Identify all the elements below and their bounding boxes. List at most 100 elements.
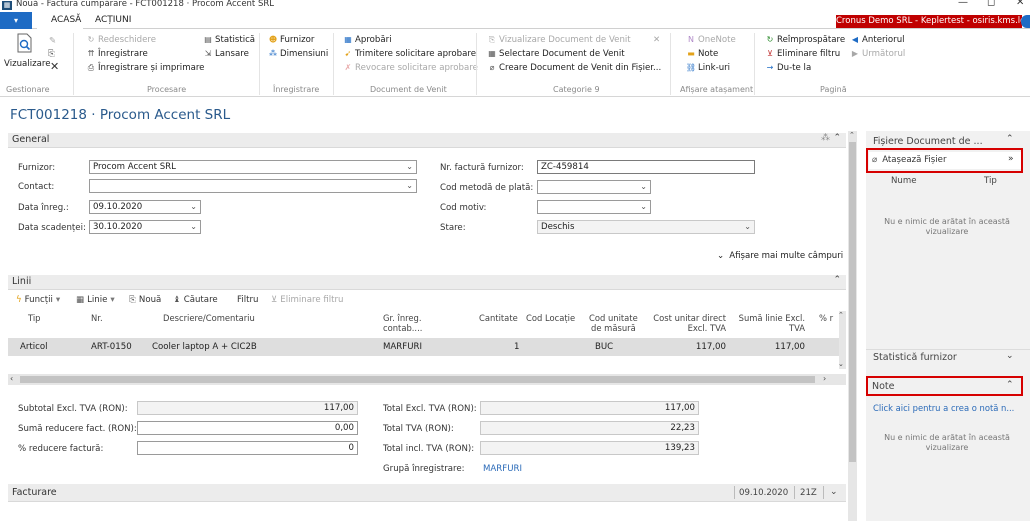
- cod-motiv-field[interactable]: ⌄: [537, 200, 651, 214]
- noua-label: Nouă: [138, 295, 162, 305]
- collapse-chevron-up-icon[interactable]: ⌃: [833, 133, 841, 143]
- fisiere-header[interactable]: Fișiere Document de ...: [873, 136, 983, 147]
- expand-chevron-down-icon[interactable]: ⌄: [1006, 351, 1014, 361]
- data-scadentei-field[interactable]: 30.10.2020 ⌄: [89, 220, 201, 234]
- linkuri-button[interactable]: ⛓ Link-uri: [686, 62, 730, 73]
- revocare-aprobare-button[interactable]: ✗ Revocare solicitare aprobare: [343, 62, 478, 73]
- eliminare-filtru-button[interactable]: ⊻ Eliminare filtru: [765, 48, 840, 59]
- chevron-down-icon[interactable]: ⌄: [744, 221, 751, 233]
- dimensiuni-button[interactable]: ⁂ Dimensiuni: [268, 48, 328, 59]
- du-te-la-button[interactable]: → Du-te la: [765, 62, 812, 73]
- suma-reducere-input[interactable]: 0,00: [137, 421, 358, 435]
- data-inreg-field[interactable]: 09.10.2020 ⌄: [89, 200, 201, 214]
- statistica-furnizor-header[interactable]: Statistică furnizor: [873, 352, 957, 363]
- scroll-right-icon[interactable]: ›: [823, 374, 826, 383]
- expand-chevron-down-icon[interactable]: ⌄: [830, 487, 838, 497]
- personalize-icon[interactable]: ⁂: [821, 133, 830, 143]
- main-scroll-up-icon[interactable]: ⌃: [849, 131, 855, 139]
- nr-factura-input[interactable]: ZC-459814: [537, 160, 755, 174]
- data-scadentei-label: Data scadenței:: [18, 223, 86, 233]
- redeschidere-label: Redeschidere: [98, 34, 157, 45]
- statistica-button[interactable]: ▤ Statistică: [203, 34, 255, 45]
- col-header-cantitate[interactable]: Cantitate: [479, 313, 518, 323]
- create-note-link[interactable]: Click aici pentru a crea o notă n...: [873, 403, 1014, 413]
- onenote-button[interactable]: N OneNote: [686, 34, 736, 45]
- general-fasttab-header[interactable]: General ⁂ ⌃: [8, 133, 846, 148]
- chevron-down-icon[interactable]: ⌄: [406, 180, 413, 192]
- scroll-left-icon[interactable]: ‹: [10, 374, 13, 383]
- app-menu-chevron-down-icon[interactable]: ▾: [0, 12, 32, 29]
- cell-cod-unitate: BUC: [595, 342, 614, 352]
- col-header-pct-reducere[interactable]: % r: [819, 313, 833, 323]
- help-icon[interactable]: [1021, 15, 1030, 28]
- aprobari-button[interactable]: ▦ Aprobări: [343, 34, 391, 45]
- lansare-button[interactable]: ⇲ Lansare: [203, 48, 249, 59]
- show-more-fields-link[interactable]: ⌄ Afișare mai multe câmpuri: [717, 251, 843, 261]
- tab-acasa[interactable]: ACASĂ: [51, 15, 81, 25]
- remove-doc-x-icon[interactable]: ✕: [653, 34, 660, 45]
- close-icon[interactable]: ✕: [1016, 0, 1024, 8]
- eliminare-filtru-lines-button[interactable]: ⊻ Eliminare filtru: [271, 295, 344, 305]
- linie-menu[interactable]: ▦ Linie ▾: [76, 295, 115, 305]
- selectare-doc-venit-label: Selectare Document de Venit: [499, 48, 625, 59]
- selectare-doc-venit-button[interactable]: ▦ Selectare Document de Venit: [487, 48, 625, 59]
- maximize-icon[interactable]: ◻: [987, 0, 995, 8]
- vizualizare-button[interactable]: Vizualizare: [4, 58, 51, 69]
- chevron-down-icon[interactable]: ⌄: [406, 161, 413, 173]
- inregistrare-imprimare-button[interactable]: ⎙ Înregistrare și imprimare: [86, 62, 205, 73]
- col-header-descriere[interactable]: Descriere/Comentariu: [163, 313, 255, 323]
- col-header-gr-inreg[interactable]: Gr. înreg. contab....: [383, 313, 422, 333]
- urmatorul-button[interactable]: ▶ Următorul: [850, 48, 905, 59]
- furnizor-field[interactable]: Procom Accent SRL ⌄: [89, 160, 417, 174]
- reimprospatare-button[interactable]: ↻ Reîmprospătare: [765, 34, 846, 45]
- vizualizare-doc-venit-button[interactable]: ⎘ Vizualizare Document de Venit: [487, 34, 631, 45]
- note-icon: ▬: [687, 48, 695, 58]
- collapse-chevron-up-icon[interactable]: ⌃: [833, 275, 841, 285]
- highlight-attach-file: [866, 148, 1023, 173]
- chevron-down-icon: ▾: [55, 295, 61, 305]
- tab-actiuni[interactable]: ACȚIUNI: [95, 15, 131, 25]
- cell-tip: Articol: [20, 342, 48, 352]
- anteriorul-button[interactable]: ◀ Anteriorul: [850, 34, 905, 45]
- chevron-down-icon[interactable]: ⌄: [640, 181, 647, 193]
- facturare-fasttab-header[interactable]: Facturare 09.10.2020 21Z ⌄: [8, 484, 846, 502]
- scroll-down-icon[interactable]: ⌄: [838, 360, 844, 368]
- reimprospatare-label: Reîmprospătare: [777, 34, 846, 45]
- col-header-cod-unitate[interactable]: Cod unitate de măsură: [589, 313, 638, 333]
- main-scroll-thumb[interactable]: [849, 142, 856, 462]
- col-header-suma[interactable]: Sumă linie Excl. TVA: [736, 313, 805, 333]
- col-header-cost[interactable]: Cost unitar direct Excl. TVA: [652, 313, 726, 333]
- total-excl-label: Total Excl. TVA (RON):: [383, 404, 477, 414]
- noua-button[interactable]: ⎘ Nouă: [129, 295, 161, 305]
- delete-x-icon[interactable]: ✕: [50, 60, 59, 73]
- collapse-chevron-up-icon[interactable]: ⌃: [1006, 134, 1014, 144]
- functii-menu[interactable]: ϟ Funcții ▾: [16, 295, 60, 305]
- redeschidere-button[interactable]: ↻ Redeschidere: [86, 34, 156, 45]
- view-document-icon[interactable]: [16, 33, 34, 53]
- contact-field[interactable]: ⌄: [89, 179, 417, 193]
- col-header-cod-locatie[interactable]: Cod Locație: [526, 313, 575, 323]
- pct-reducere-input[interactable]: 0: [137, 441, 358, 455]
- chevron-down-icon[interactable]: ⌄: [640, 201, 647, 213]
- furnizor-button[interactable]: ☻ Furnizor: [268, 34, 315, 45]
- table-row[interactable]: Articol ART-0150 Cooler laptop A + CIC2B…: [8, 338, 839, 356]
- stare-field[interactable]: Deschis ⌄: [537, 220, 755, 234]
- creare-doc-venit-button[interactable]: ⌀ Creare Document de Venit din Fișier...: [487, 62, 662, 73]
- trimitere-aprobare-button[interactable]: ➹ Trimitere solicitare aprobare: [343, 48, 476, 59]
- cautare-button[interactable]: ♝ Căutare: [173, 295, 218, 305]
- filtru-button[interactable]: Filtru: [237, 295, 258, 305]
- chevron-down-icon[interactable]: ⌄: [190, 221, 197, 233]
- chevron-down-icon[interactable]: ⌄: [190, 201, 197, 213]
- du-te-la-label: Du-te la: [777, 62, 812, 73]
- grupa-link[interactable]: MARFURI: [483, 464, 522, 474]
- col-header-tip[interactable]: Tip: [28, 313, 41, 323]
- new-doc-icon[interactable]: ⎘: [48, 48, 55, 59]
- linii-fasttab-header[interactable]: Linii ⌃: [8, 275, 846, 290]
- cod-metoda-field[interactable]: ⌄: [537, 180, 651, 194]
- inregistrare-button[interactable]: ⇈ Înregistrare: [86, 48, 148, 59]
- scroll-up-icon[interactable]: ⌃: [838, 311, 844, 319]
- horizontal-scroll-thumb[interactable]: [20, 376, 815, 383]
- note-button[interactable]: ▬ Note: [686, 48, 718, 59]
- col-header-nr[interactable]: Nr.: [91, 313, 103, 323]
- minimize-icon[interactable]: —: [958, 0, 968, 8]
